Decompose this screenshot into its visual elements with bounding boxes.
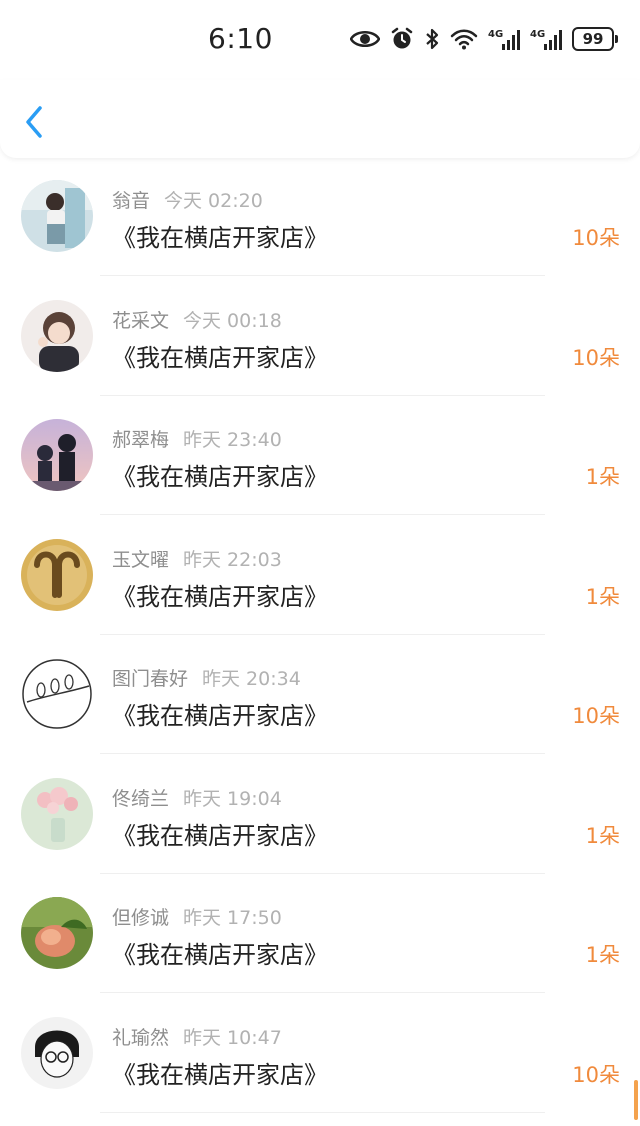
divider — [100, 514, 545, 515]
book-title[interactable]: 《我在横店开家店》 — [112, 577, 328, 612]
user-name: 郝翠梅 — [112, 429, 169, 451]
user-name: 花采文 — [112, 310, 169, 332]
signal-4g-icon: 4G — [488, 27, 520, 51]
gift-amount: 10朵 — [572, 222, 620, 252]
item-time: 昨天 19:04 — [183, 788, 282, 810]
divider — [100, 1112, 545, 1113]
status-time: 6:10 — [208, 22, 273, 55]
list-item[interactable]: 花采文今天 00:18 《我在横店开家店》 10朵 — [0, 290, 640, 410]
wifi-icon — [450, 28, 478, 50]
item-time: 昨天 17:50 — [183, 907, 282, 929]
back-button[interactable] — [20, 102, 52, 142]
list-item[interactable]: 佟绮兰昨天 19:04 《我在横店开家店》 1朵 — [0, 768, 640, 888]
book-title[interactable]: 《我在横店开家店》 — [112, 338, 328, 373]
gift-amount: 1朵 — [586, 820, 620, 850]
gift-amount: 10朵 — [572, 700, 620, 730]
avatar[interactable] — [21, 897, 93, 969]
item-meta: 郝翠梅昨天 23:40 — [112, 425, 282, 452]
item-meta: 玉文曜昨天 22:03 — [112, 545, 282, 572]
list-item[interactable]: 郝翠梅昨天 23:40 《我在横店开家店》 1朵 — [0, 409, 640, 529]
list-item[interactable]: 翁音今天 02:20 《我在横店开家店》 10朵 — [0, 170, 640, 290]
divider — [100, 992, 545, 993]
item-meta: 但修诚昨天 17:50 — [112, 903, 282, 930]
status-bar: 6:10 4G 4G 99 — [0, 0, 640, 80]
book-title[interactable]: 《我在横店开家店》 — [112, 816, 328, 851]
item-time: 昨天 10:47 — [183, 1027, 282, 1049]
battery-level: 99 — [572, 27, 614, 51]
item-time: 今天 02:20 — [164, 190, 263, 212]
list-item[interactable]: 图门春好昨天 20:34 《我在横店开家店》 10朵 — [0, 648, 640, 768]
avatar[interactable] — [21, 419, 93, 491]
user-name: 翁音 — [112, 190, 150, 212]
list-item[interactable]: 礼瑜然昨天 10:47 《我在横店开家店》 10朵 — [0, 1007, 640, 1126]
avatar[interactable] — [21, 658, 93, 730]
divider — [100, 753, 545, 754]
user-name: 玉文曜 — [112, 549, 169, 571]
alarm-icon — [390, 27, 414, 51]
gift-amount: 10朵 — [572, 1059, 620, 1089]
avatar[interactable] — [21, 539, 93, 611]
svg-text:4G: 4G — [530, 29, 545, 40]
scrollbar[interactable] — [634, 1080, 638, 1120]
book-title[interactable]: 《我在横店开家店》 — [112, 1055, 328, 1090]
item-time: 昨天 23:40 — [183, 429, 282, 451]
item-meta: 图门春好昨天 20:34 — [112, 664, 301, 691]
book-title[interactable]: 《我在横店开家店》 — [112, 935, 328, 970]
bluetooth-icon — [424, 27, 440, 51]
avatar[interactable] — [21, 778, 93, 850]
avatar[interactable] — [21, 300, 93, 372]
book-title[interactable]: 《我在横店开家店》 — [112, 218, 328, 253]
gift-amount: 1朵 — [586, 461, 620, 491]
avatar[interactable] — [21, 1017, 93, 1089]
svg-text:4G: 4G — [488, 29, 503, 40]
book-title[interactable]: 《我在横店开家店》 — [112, 696, 328, 731]
status-icons: 4G 4G 99 — [350, 22, 618, 56]
divider — [100, 873, 545, 874]
chevron-left-icon — [20, 102, 52, 142]
list-item[interactable]: 但修诚昨天 17:50 《我在横店开家店》 1朵 — [0, 887, 640, 1007]
list-item[interactable]: 玉文曜昨天 22:03 《我在横店开家店》 1朵 — [0, 529, 640, 649]
item-meta: 佟绮兰昨天 19:04 — [112, 784, 282, 811]
gift-record-list: 翁音今天 02:20 《我在横店开家店》 10朵 花采文今天 00:18 《我在… — [0, 170, 640, 1126]
signal-4g-icon: 4G — [530, 27, 562, 51]
user-name: 礼瑜然 — [112, 1027, 169, 1049]
gift-amount: 10朵 — [572, 342, 620, 372]
divider — [100, 395, 545, 396]
book-title[interactable]: 《我在横店开家店》 — [112, 457, 328, 492]
avatar[interactable] — [21, 180, 93, 252]
item-meta: 花采文今天 00:18 — [112, 306, 282, 333]
divider — [100, 634, 545, 635]
item-meta: 礼瑜然昨天 10:47 — [112, 1023, 282, 1050]
item-time: 今天 00:18 — [183, 310, 282, 332]
eye-icon — [350, 28, 380, 50]
item-meta: 翁音今天 02:20 — [112, 186, 263, 213]
gift-amount: 1朵 — [586, 939, 620, 969]
user-name: 佟绮兰 — [112, 788, 169, 810]
battery-icon: 99 — [572, 27, 618, 51]
nav-header — [0, 80, 640, 158]
gift-amount: 1朵 — [586, 581, 620, 611]
user-name: 但修诚 — [112, 907, 169, 929]
divider — [100, 275, 545, 276]
item-time: 昨天 20:34 — [202, 668, 301, 690]
item-time: 昨天 22:03 — [183, 549, 282, 571]
user-name: 图门春好 — [112, 668, 188, 690]
